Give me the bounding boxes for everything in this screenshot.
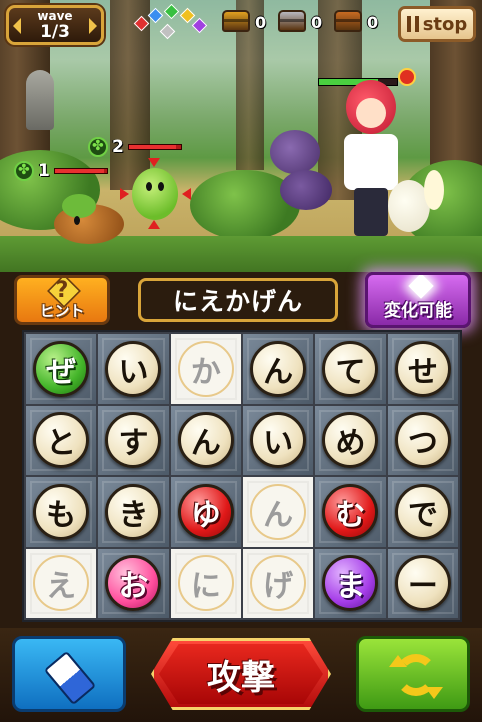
- letter-tile[interactable]: ゆ: [177, 483, 234, 540]
- battle-scene: wave 1/3 0 0 0 stop 1 2: [0, 0, 482, 272]
- target-marker[interactable]: [120, 158, 191, 229]
- change-button[interactable]: 変化可能: [365, 272, 471, 328]
- ally-hp-bar: [127, 144, 182, 150]
- silver-chest-icon: [278, 10, 306, 32]
- board-cell[interactable]: い: [243, 405, 314, 475]
- bronze-chest-icon: [334, 10, 362, 32]
- letter-tile[interactable]: す: [105, 412, 162, 469]
- board-cell[interactable]: つ: [387, 405, 458, 475]
- board-cell[interactable]: ん: [243, 477, 314, 547]
- letter-tile[interactable]: に: [177, 555, 234, 612]
- letter-tile[interactable]: げ: [250, 555, 307, 612]
- board-cell[interactable]: い: [98, 334, 169, 404]
- gem-icon: [147, 7, 164, 24]
- letter-tile[interactable]: き: [105, 483, 162, 540]
- board-cell[interactable]: え: [26, 548, 97, 618]
- ally-level: 1: [38, 161, 50, 181]
- letter-tile[interactable]: ん: [177, 412, 234, 469]
- ally-hp-1: 1: [14, 161, 108, 181]
- board-cell[interactable]: せ: [387, 334, 458, 404]
- letter-tile[interactable]: め: [322, 412, 379, 469]
- board-cell[interactable]: ゆ: [170, 477, 241, 547]
- board-cell[interactable]: で: [387, 477, 458, 547]
- stop-button[interactable]: stop: [398, 6, 476, 42]
- pause-icon: [406, 16, 419, 32]
- ally-hp-bar: [53, 168, 108, 174]
- letter-tile[interactable]: ー: [394, 555, 451, 612]
- board-cell[interactable]: ま: [315, 548, 386, 618]
- purple-cat-monster: [266, 130, 336, 212]
- current-word-display: にえかげん: [138, 278, 338, 322]
- shuffle-button[interactable]: [356, 636, 470, 712]
- board-cell[interactable]: ん: [243, 334, 314, 404]
- wave-right-arrow-icon: [89, 18, 97, 34]
- boar-monster: [54, 194, 126, 246]
- letter-tile[interactable]: ま: [322, 555, 379, 612]
- ally-hp-2: 2: [88, 137, 182, 157]
- board-cell[interactable]: む: [315, 477, 386, 547]
- letter-tile[interactable]: せ: [394, 340, 451, 397]
- letter-tile[interactable]: か: [177, 340, 234, 397]
- letter-tile[interactable]: と: [33, 412, 90, 469]
- shuffle-arrow-icon: [389, 655, 407, 667]
- element-gems-icon: [132, 3, 212, 44]
- shuffle-arrow-icon: [425, 687, 443, 699]
- attack-label: 攻撃: [207, 658, 275, 698]
- gem-icon: [163, 3, 180, 20]
- stop-label: stop: [422, 13, 468, 35]
- wave-counter: wave 1/3: [6, 5, 104, 45]
- gold-chest-icon: [222, 10, 250, 32]
- letter-tile[interactable]: お: [105, 555, 162, 612]
- gem-icon: [179, 7, 196, 24]
- change-label: 変化可能: [384, 301, 452, 321]
- ally-level: 2: [112, 137, 124, 157]
- letter-tile[interactable]: も: [33, 483, 90, 540]
- hint-label: ヒント: [39, 302, 85, 320]
- board-cell[interactable]: げ: [243, 548, 314, 618]
- board-cell[interactable]: お: [98, 548, 169, 618]
- letter-tile[interactable]: つ: [394, 412, 451, 469]
- eraser-icon: [43, 650, 97, 706]
- eraser-button[interactable]: [12, 636, 126, 712]
- letter-tile[interactable]: ん: [250, 483, 307, 540]
- hint-button[interactable]: ? ヒント: [14, 275, 110, 325]
- letter-tile[interactable]: い: [105, 340, 162, 397]
- board-cell[interactable]: も: [26, 477, 97, 547]
- gem-icon: [191, 17, 208, 34]
- sparkle-icon: [408, 275, 434, 299]
- letter-tile[interactable]: い: [250, 412, 307, 469]
- clover-icon: [88, 137, 108, 157]
- board-cell[interactable]: て: [315, 334, 386, 404]
- gem-icon: [159, 23, 176, 40]
- clover-icon: [14, 161, 34, 181]
- stone-statue: [26, 70, 54, 130]
- green-slime-monster: [132, 168, 178, 220]
- white-fox-monster: [388, 170, 448, 236]
- letter-tile[interactable]: え: [33, 555, 90, 612]
- tile-board: ぜいかんてせとすんいめつもきゆんむでえおにげまー: [22, 330, 462, 622]
- gold-chest-count: 0: [255, 13, 267, 32]
- bronze-chest-count: 0: [367, 13, 379, 32]
- gem-icon: [133, 15, 150, 32]
- board-cell[interactable]: に: [170, 548, 241, 618]
- letter-tile[interactable]: ぜ: [33, 340, 90, 397]
- letter-tile[interactable]: む: [322, 483, 379, 540]
- board-cell[interactable]: と: [26, 405, 97, 475]
- board-cell[interactable]: き: [98, 477, 169, 547]
- board-cell[interactable]: か: [170, 334, 241, 404]
- wave-value: 1/3: [40, 22, 70, 42]
- board-cell[interactable]: め: [315, 405, 386, 475]
- letter-tile[interactable]: て: [322, 340, 379, 397]
- silver-chest-count: 0: [311, 13, 323, 32]
- board-cell[interactable]: ぜ: [26, 334, 97, 404]
- board-cell[interactable]: す: [98, 405, 169, 475]
- wave-label: wave: [37, 9, 73, 23]
- letter-tile[interactable]: ん: [250, 340, 307, 397]
- board-cell[interactable]: ん: [170, 405, 241, 475]
- letter-tile[interactable]: で: [394, 483, 451, 540]
- attack-button[interactable]: 攻撃: [145, 634, 337, 714]
- board-cell[interactable]: ー: [387, 548, 458, 618]
